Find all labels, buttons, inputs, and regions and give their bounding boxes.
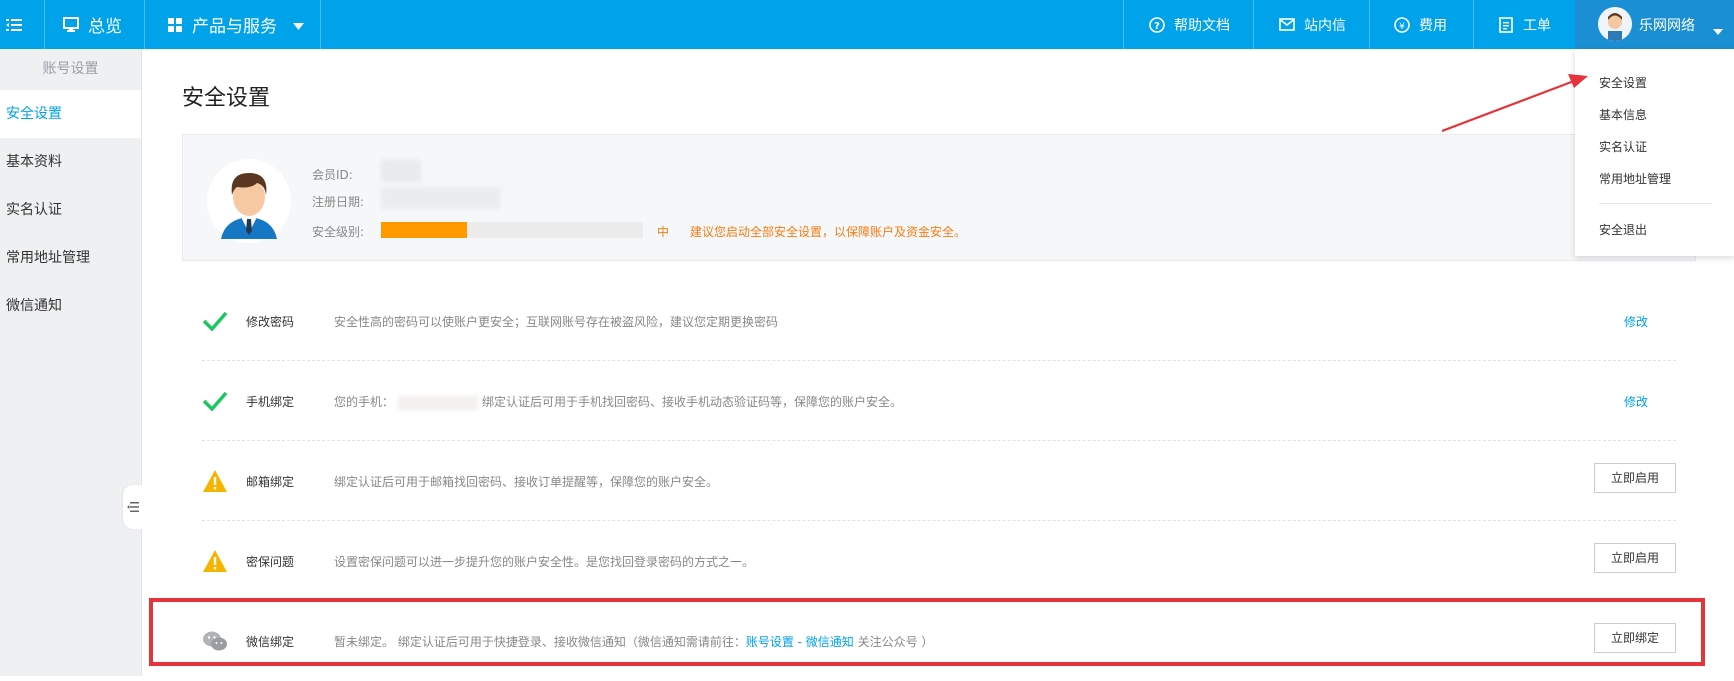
overview-nav[interactable]: 总览 (62, 0, 122, 49)
annotation-arrow (1441, 74, 1588, 133)
topbar-separator (1253, 0, 1254, 49)
mail-icon (1278, 16, 1296, 34)
profile-avatar (207, 159, 291, 243)
help-docs-link[interactable]: ? 帮助文档 (1148, 0, 1230, 49)
checkmark-icon (202, 309, 228, 333)
topbar-separator (144, 0, 145, 49)
phone-number-redacted (398, 395, 479, 410)
security-level-fill (381, 222, 468, 238)
enable-email-button[interactable]: 立即启用 (1594, 463, 1676, 493)
security-row-password: 修改密码 安全性高的密码可以使账户更安全；互联网账号存在被盗风险，建议您定期更换… (202, 281, 1676, 361)
security-row-security-question: 密保问题 设置密保问题可以进一步提升您的账户安全性。是您找回登录密码的方式之一。… (202, 521, 1676, 601)
user-name: 乐网网络 (1639, 18, 1695, 34)
dropdown-item-basic-info[interactable]: 基本信息 (1599, 106, 1647, 123)
row-name: 邮箱绑定 (246, 475, 295, 489)
menu-collapse-icon[interactable] (6, 0, 30, 49)
registration-date-label: 注册日期: (312, 195, 365, 209)
row-name: 修改密码 (246, 315, 295, 329)
topbar-separator (1369, 0, 1370, 49)
security-row-email: 邮箱绑定 绑定认证后可用于邮箱找回密码、接收订单提醒等，保障您的账户安全。 立即… (202, 441, 1676, 521)
sidebar-item-address-management[interactable]: 常用地址管理 (0, 234, 141, 282)
collapse-sidebar-icon (127, 498, 139, 517)
tickets-link[interactable]: 工单 (1497, 0, 1551, 49)
row-description: 安全性高的密码可以使账户更安全；互联网账号存在被盗风险，建议您定期更换密码 (334, 315, 779, 329)
warning-icon (202, 549, 228, 573)
sidebar: 账号设置 安全设置 基本资料 实名认证 常用地址管理 微信通知 (0, 49, 142, 676)
dropdown-item-logout[interactable]: 安全退出 (1599, 221, 1647, 238)
billing-link[interactable]: ¥ 费用 (1393, 0, 1447, 49)
sidebar-item-wechat-notification[interactable]: 微信通知 (0, 282, 141, 330)
sidebar-item-security-settings[interactable]: 安全设置 (0, 90, 141, 138)
sidebar-item-basic-info[interactable]: 基本资料 (0, 138, 141, 186)
registration-date-redacted (381, 187, 501, 209)
security-tip: 建议您启动全部安全设置，以保障账户及资金安全。 (690, 225, 967, 239)
billing-label: 费用 (1419, 17, 1447, 34)
messages-link[interactable]: 站内信 (1278, 0, 1346, 49)
row-description: 您的手机： 绑定认证后可用于手机找回密码、接收手机动态验证码等，保障您的账户安全。 (334, 393, 902, 410)
profile-summary: 会员ID: 注册日期: 安全级别: 中 建议您启动全部安全设置，以保障账户及资金… (182, 134, 1696, 261)
dropdown-item-real-name-auth[interactable]: 实名认证 (1599, 138, 1647, 155)
products-services-menu[interactable]: 产品与服务 (166, 0, 304, 49)
security-level-value: 中 (657, 225, 670, 239)
sidebar-item-real-name-auth[interactable]: 实名认证 (0, 186, 141, 234)
tickets-label: 工单 (1523, 17, 1551, 34)
row-name: 手机绑定 (246, 395, 295, 409)
dropdown-item-address-management[interactable]: 常用地址管理 (1599, 170, 1671, 187)
change-phone-link[interactable]: 修改 (1624, 393, 1648, 410)
member-id-redacted (381, 160, 421, 182)
top-navigation-bar: 总览 产品与服务 ? 帮助文档 站内信 ¥ 费用 工单 乐网网络 (0, 0, 1734, 49)
topbar-separator (44, 0, 45, 49)
svg-text:?: ? (1154, 21, 1160, 32)
warning-icon (202, 469, 228, 493)
sidebar-title: 账号设置 (42, 61, 99, 77)
wechat-highlight-annotation (149, 598, 1705, 666)
dropdown-divider (1599, 203, 1712, 204)
help-docs-label: 帮助文档 (1174, 17, 1230, 34)
row-description: 设置密保问题可以进一步提升您的账户安全性。是您找回登录密码的方式之一。 (334, 555, 755, 569)
row-name: 密保问题 (246, 555, 295, 569)
phone-desc-prefix: 您的手机： (334, 395, 395, 409)
row-description: 绑定认证后可用于邮箱找回密码、接收订单提醒等，保障您的账户安全。 (334, 475, 719, 489)
yen-circle-icon: ¥ (1393, 16, 1411, 34)
grid-icon (166, 16, 184, 34)
sidebar-toggle-button[interactable] (123, 485, 143, 529)
security-level-bar (381, 222, 643, 238)
messages-label: 站内信 (1304, 17, 1346, 34)
change-password-link[interactable]: 修改 (1624, 313, 1648, 330)
topbar-separator (1123, 0, 1124, 49)
user-menu[interactable]: 乐网网络 (1575, 0, 1734, 49)
user-avatar (1598, 7, 1632, 41)
security-level-label: 安全级别: (312, 225, 365, 239)
caret-down-icon (1713, 20, 1723, 39)
security-row-phone: 手机绑定 您的手机： 绑定认证后可用于手机找回密码、接收手机动态验证码等，保障您的… (202, 361, 1676, 441)
overview-label: 总览 (88, 17, 122, 37)
document-icon (1497, 16, 1515, 34)
member-id-label: 会员ID: (312, 168, 353, 182)
products-services-label: 产品与服务 (192, 17, 277, 37)
question-circle-icon: ? (1148, 16, 1166, 34)
user-dropdown-menu: 安全设置 基本信息 实名认证 常用地址管理 安全退出 (1575, 49, 1734, 256)
checkmark-icon (202, 389, 228, 413)
topbar-separator (320, 0, 321, 49)
topbar-separator (1473, 0, 1474, 49)
monitor-icon (62, 16, 80, 34)
chevron-down-icon (293, 15, 304, 35)
enable-security-question-button[interactable]: 立即启用 (1594, 543, 1676, 573)
page-title: 安全设置 (182, 86, 271, 111)
svg-text:¥: ¥ (1399, 22, 1405, 32)
phone-desc-suffix: 绑定认证后可用于手机找回密码、接收手机动态验证码等，保障您的账户安全。 (482, 395, 903, 409)
dropdown-item-security-settings[interactable]: 安全设置 (1599, 74, 1647, 91)
